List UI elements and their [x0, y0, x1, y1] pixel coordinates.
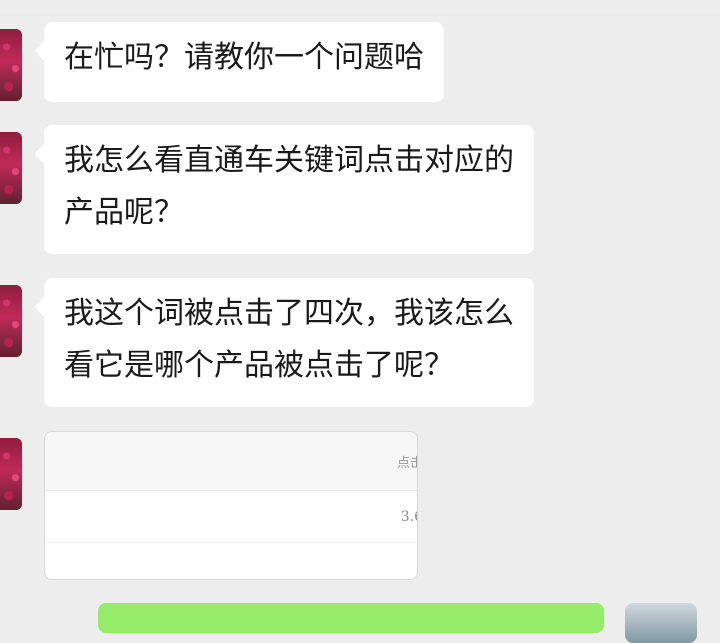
message-text: 我这个词被点击了四次，我该怎么 看它是哪个产品被点击了呢？ [64, 296, 514, 383]
outgoing-message-bubble[interactable] [98, 603, 604, 633]
self-avatar[interactable] [625, 603, 697, 643]
image-table-header-row [45, 432, 417, 490]
image-message[interactable]: 点击 3.6 [44, 431, 418, 580]
message-bubble-1[interactable]: 在忙吗？请教你一个问题哈 [44, 22, 444, 102]
message-bubble-2[interactable]: 我怎么看直通车关键词点击对应的 产品呢？ [44, 125, 534, 254]
message-text: 我怎么看直通车关键词点击对应的 产品呢？ [64, 143, 514, 230]
contact-avatar[interactable] [0, 285, 22, 357]
image-table-value-cell: 3.6 [400, 509, 417, 525]
image-table-divider [45, 542, 417, 543]
contact-avatar[interactable] [0, 438, 22, 510]
contact-avatar[interactable] [0, 29, 22, 101]
contact-avatar[interactable] [0, 132, 22, 204]
message-text: 在忙吗？请教你一个问题哈 [64, 40, 424, 75]
message-bubble-3[interactable]: 我这个词被点击了四次，我该怎么 看它是哪个产品被点击了呢？ [44, 278, 534, 407]
image-table-header-cell: 点击 [396, 456, 417, 471]
top-divider [0, 14, 720, 15]
image-table-divider [45, 490, 417, 491]
